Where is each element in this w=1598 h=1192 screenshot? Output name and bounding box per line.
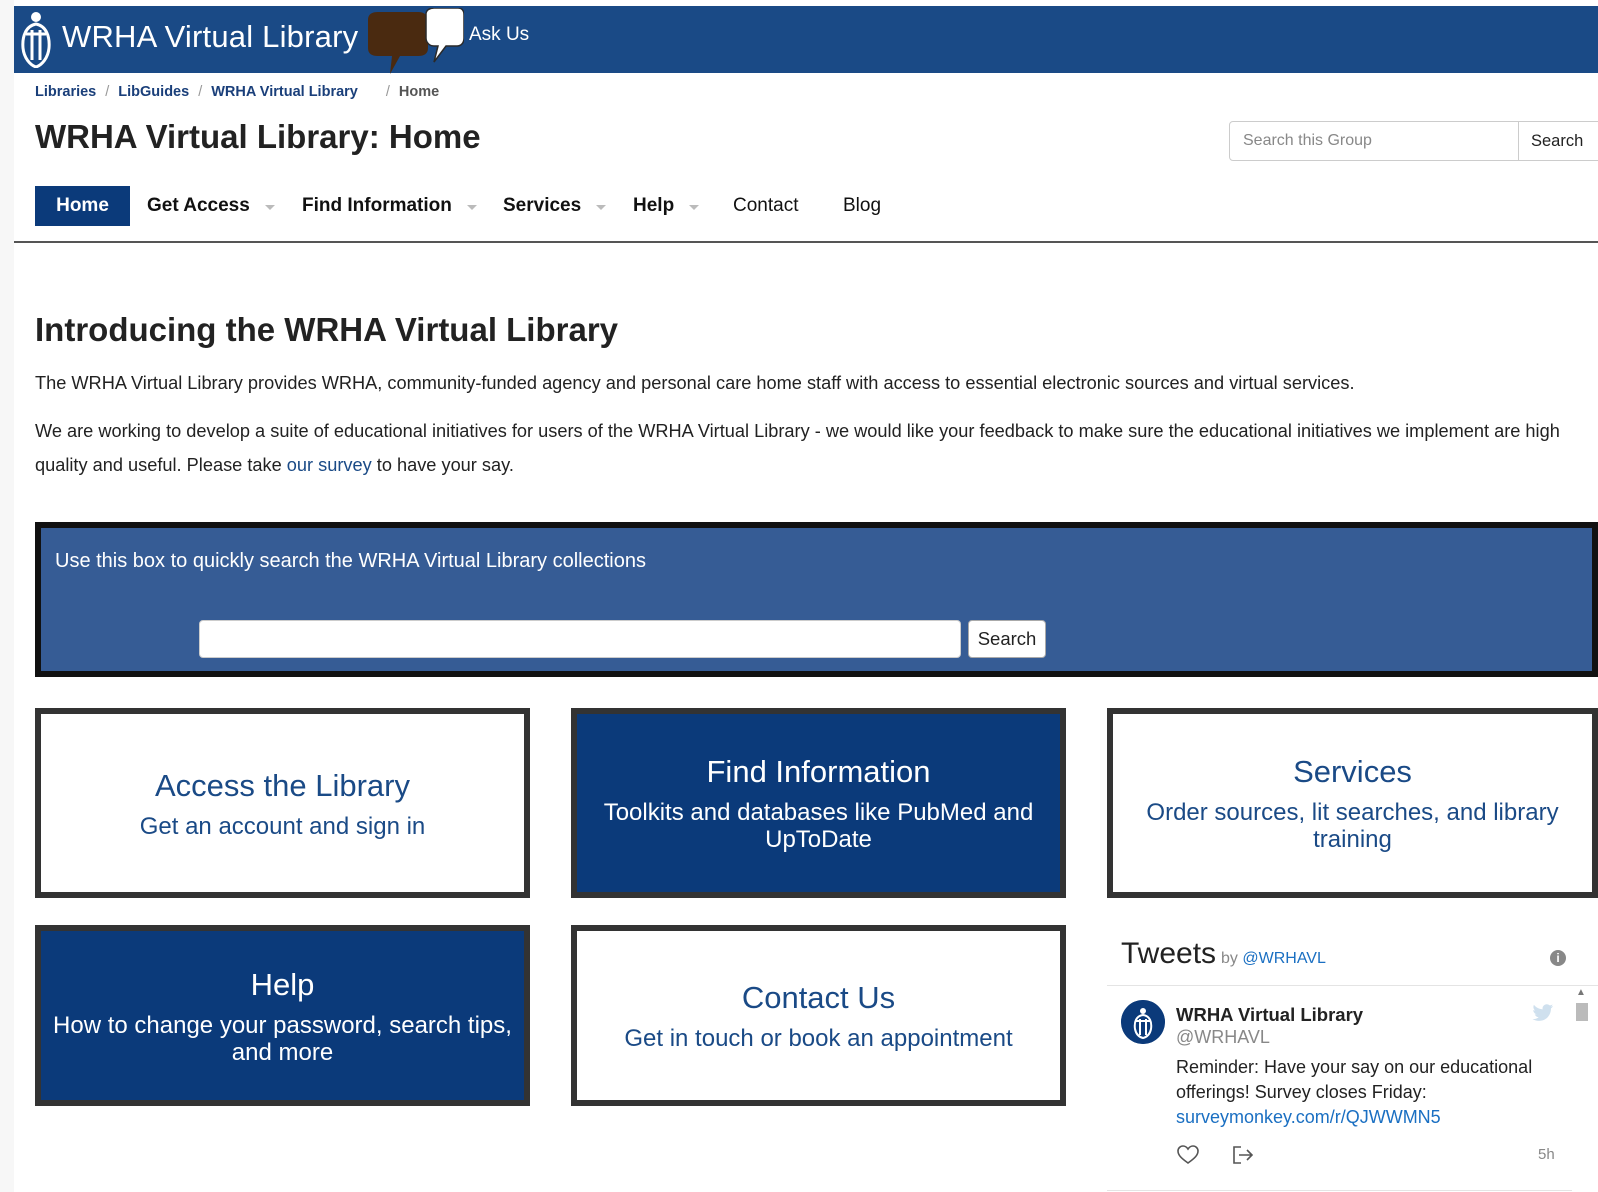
tab-get-access-label: Get Access bbox=[147, 195, 250, 216]
tweets-scrollbar[interactable]: ▲ bbox=[1574, 987, 1588, 1192]
twitter-bird-icon[interactable] bbox=[1532, 1003, 1554, 1023]
tweet-timestamp[interactable]: 5h bbox=[1538, 1146, 1555, 1163]
tweet-body: Reminder: Have your say on our education… bbox=[1176, 1057, 1533, 1102]
tab-home-label: Home bbox=[56, 195, 109, 216]
tab-services[interactable]: Services bbox=[503, 186, 607, 226]
tab-services-label: Services bbox=[503, 195, 582, 216]
tile-subtitle: Order sources, lit searches, and library… bbox=[1146, 799, 1559, 853]
tile-help[interactable]: Help How to change your password, search… bbox=[35, 925, 530, 1106]
breadcrumb-separator: / bbox=[105, 84, 110, 100]
chevron-down-icon bbox=[689, 205, 700, 211]
collection-search-input[interactable] bbox=[199, 620, 961, 658]
nav-divider bbox=[14, 241, 1598, 243]
tab-help[interactable]: Help bbox=[633, 186, 700, 226]
tile-find-information[interactable]: Find Information Toolkits and databases … bbox=[571, 708, 1066, 898]
tile-title: Help bbox=[250, 966, 315, 1002]
tile-title: Services bbox=[1293, 754, 1412, 789]
tile-services[interactable]: Services Order sources, lit searches, an… bbox=[1107, 708, 1598, 898]
tweet-divider bbox=[1107, 1190, 1572, 1191]
tile-subtitle: Toolkits and databases like PubMed and U… bbox=[603, 799, 1034, 853]
ask-us-link[interactable]: Ask Us bbox=[469, 24, 529, 46]
tweets-by: by @WRHAVL bbox=[1221, 950, 1326, 968]
tweet-author-name[interactable]: WRHA Virtual Library bbox=[1176, 1004, 1363, 1026]
chevron-down-icon bbox=[466, 205, 477, 211]
tile-subtitle: Get in touch or book an appointment bbox=[624, 1025, 1013, 1052]
wrha-person-logo-icon[interactable] bbox=[20, 10, 52, 68]
tile-subtitle: How to change your password, search tips… bbox=[53, 1011, 512, 1066]
group-search: Search bbox=[1229, 121, 1598, 163]
breadcrumb-libraries[interactable]: Libraries bbox=[35, 84, 96, 100]
breadcrumb-separator: / bbox=[198, 84, 203, 100]
heart-icon[interactable] bbox=[1177, 1145, 1199, 1165]
breadcrumb-current: Home bbox=[398, 84, 440, 100]
tab-find-information[interactable]: Find Information bbox=[302, 186, 477, 226]
group-search-input[interactable] bbox=[1229, 121, 1519, 161]
breadcrumb-wrha-virtual-library[interactable]: WRHA Virtual Library bbox=[211, 84, 358, 100]
tab-contact-label: Contact bbox=[733, 195, 799, 216]
intro-paragraph: The WRHA Virtual Library provides WRHA, … bbox=[35, 373, 1355, 393]
speech-bubbles-icon[interactable] bbox=[360, 8, 464, 74]
survey-text-end: to have your say. bbox=[376, 455, 514, 475]
collection-search-button[interactable]: Search bbox=[968, 620, 1046, 658]
tile-title: Find Information bbox=[706, 754, 931, 789]
collection-search-caption: Use this box to quickly search the WRHA … bbox=[55, 550, 646, 572]
intro-heading: Introducing the WRHA Virtual Library bbox=[35, 311, 619, 348]
survey-paragraph: We are working to develop a suite of edu… bbox=[35, 414, 1585, 482]
tab-contact[interactable]: Contact bbox=[733, 186, 798, 226]
tweets-divider bbox=[1107, 985, 1598, 986]
survey-link[interactable]: our survey bbox=[287, 455, 372, 475]
tweets-handle-link[interactable]: @WRHAVL bbox=[1242, 950, 1326, 967]
tile-subtitle: Get an account and sign in bbox=[139, 812, 426, 840]
tile-contact-us[interactable]: Contact Us Get in touch or book an appoi… bbox=[571, 925, 1066, 1106]
tweet-author-handle: @WRHAVL bbox=[1176, 1027, 1270, 1047]
tab-get-access[interactable]: Get Access bbox=[147, 186, 275, 226]
tab-find-information-label: Find Information bbox=[302, 195, 452, 216]
chevron-down-icon bbox=[596, 205, 607, 211]
page-title: WRHA Virtual Library: Home bbox=[35, 118, 481, 155]
scroll-up-icon[interactable]: ▲ bbox=[1576, 987, 1586, 998]
group-search-button[interactable]: Search bbox=[1518, 121, 1598, 161]
brand-link[interactable]: WRHA Virtual Library bbox=[62, 19, 358, 55]
site-banner: WRHA Virtual Library Ask Us bbox=[14, 6, 1598, 74]
tweets-title: Tweets bbox=[1121, 937, 1217, 970]
tile-title: Access the Library bbox=[155, 767, 410, 803]
tweets-by-prefix: by bbox=[1221, 950, 1238, 967]
avatar[interactable] bbox=[1121, 1000, 1165, 1044]
chevron-down-icon bbox=[264, 205, 275, 211]
tab-home[interactable]: Home bbox=[35, 186, 130, 226]
tile-access-the-library[interactable]: Access the Library Get an account and si… bbox=[35, 708, 530, 898]
collection-search-box: Use this box to quickly search the WRHA … bbox=[35, 522, 1598, 677]
breadcrumb: Libraries / LibGuides / WRHA Virtual Library… bbox=[35, 84, 439, 100]
tile-title: Contact Us bbox=[741, 980, 896, 1015]
tweet-text: Reminder: Have your say on our education… bbox=[1176, 1055, 1576, 1130]
tab-blog[interactable]: Blog bbox=[843, 186, 881, 226]
survey-text: We are working to develop a suite of edu… bbox=[35, 421, 1560, 475]
tab-help-label: Help bbox=[633, 195, 675, 216]
breadcrumb-libguides[interactable]: LibGuides bbox=[118, 84, 189, 100]
tweets-widget: Tweets by @WRHAVL i ▲ WRHA Virtual Libra… bbox=[1107, 925, 1598, 1192]
tab-blog-label: Blog bbox=[843, 195, 882, 216]
info-icon[interactable]: i bbox=[1550, 950, 1566, 966]
tweet-link[interactable]: surveymonkey.com/r/QJWWMN5 bbox=[1176, 1107, 1441, 1127]
share-icon[interactable] bbox=[1232, 1145, 1254, 1165]
scrollbar-thumb[interactable] bbox=[1576, 1003, 1588, 1021]
breadcrumb-separator: / bbox=[385, 84, 390, 100]
page-edge bbox=[0, 0, 14, 1192]
